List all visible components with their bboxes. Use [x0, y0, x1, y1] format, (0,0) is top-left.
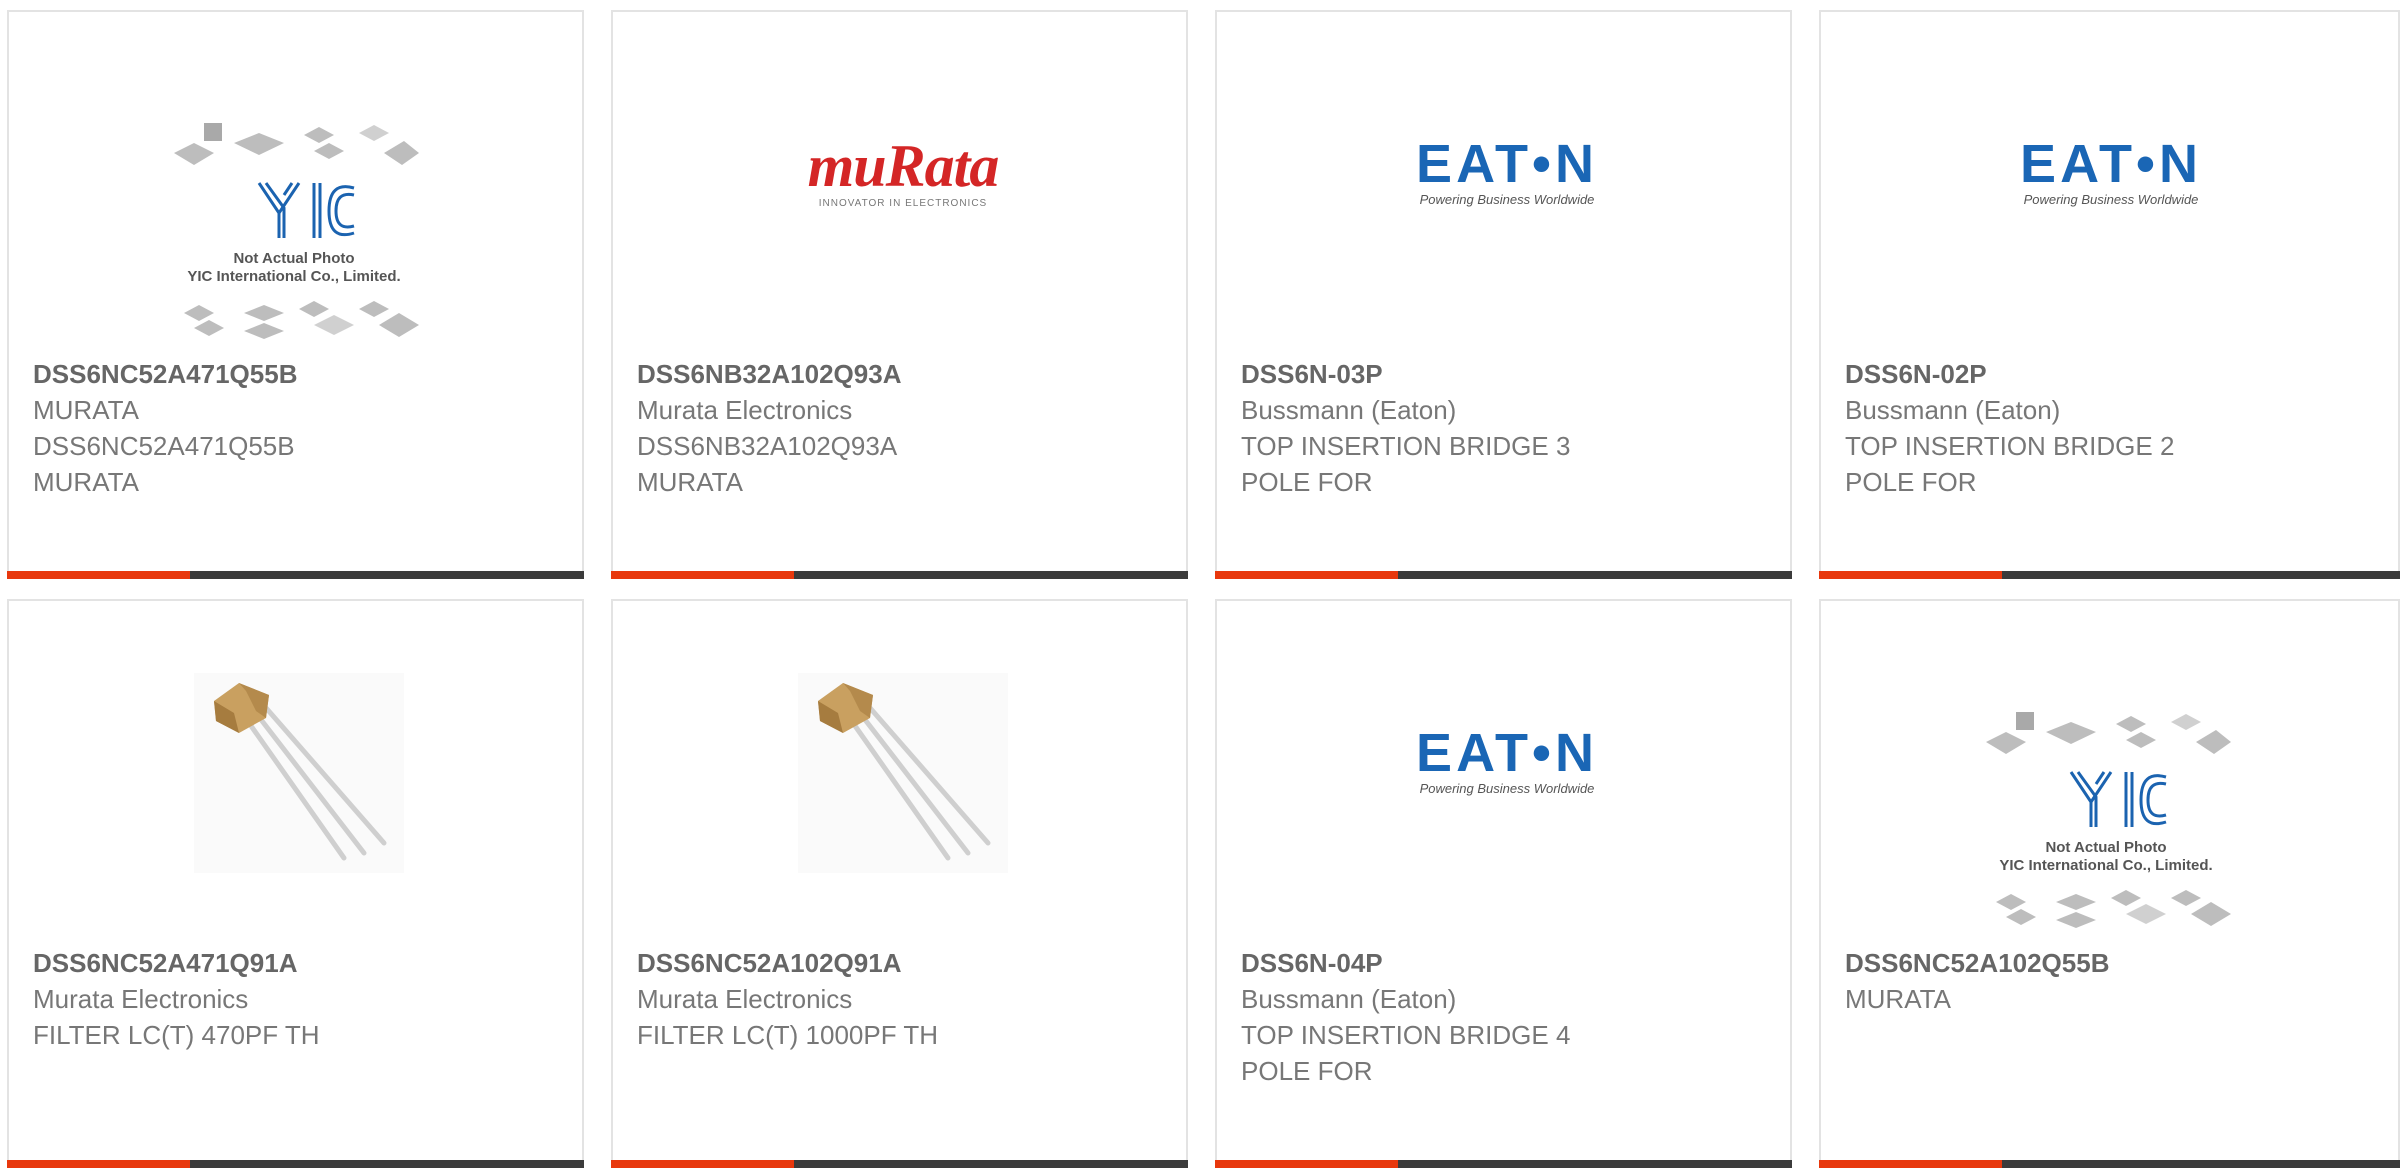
product-card[interactable]: DSS6NC52A102Q91A Murata Electronics FILT… — [611, 599, 1188, 1168]
manufacturer: Bussmann (Eaton) — [1845, 395, 2061, 425]
capacitor-photo — [798, 673, 1008, 873]
card-bottom-bar — [1215, 571, 1792, 579]
manufacturer: MURATA — [1845, 984, 1951, 1014]
eaton-logo: EAT•N Powering Business Worldwide — [2020, 133, 2202, 207]
product-image: Not Actual Photo YIC International Co., … — [1976, 691, 2236, 953]
manufacturer: Murata Electronics — [637, 395, 853, 425]
product-image: EAT•N Powering Business Worldwide — [1377, 661, 1637, 861]
yic-company-label: YIC International Co., Limited. — [187, 268, 400, 285]
product-image: EAT•N Powering Business Worldwide — [1377, 72, 1637, 272]
eaton-logo: EAT•N Powering Business Worldwide — [1416, 133, 1598, 207]
description: FILTER LC(T) 470PF TH — [33, 1020, 320, 1050]
part-number[interactable]: DSS6NC52A471Q55B — [33, 356, 562, 392]
description: TOP INSERTION BRIDGE 3 POLE FOR — [1241, 431, 1571, 497]
murata-logo: muRata INNOVATOR IN ELECTRONICS — [807, 132, 1000, 209]
product-image: Not Actual Photo YIC International Co., … — [164, 102, 424, 364]
not-actual-photo-label: Not Actual Photo — [233, 250, 354, 267]
manufacturer: Bussmann (Eaton) — [1241, 984, 1457, 1014]
description: TOP INSERTION BRIDGE 2 POLE FOR — [1845, 431, 2175, 497]
part-number[interactable]: DSS6N-02P — [1845, 356, 2378, 392]
card-bottom-bar — [7, 571, 584, 579]
product-image: muRata INNOVATOR IN ELECTRONICS — [773, 72, 1033, 272]
manufacturer: Bussmann (Eaton) — [1241, 395, 1457, 425]
description: FILTER LC(T) 1000PF TH — [637, 1020, 938, 1050]
part-number[interactable]: DSS6N-04P — [1241, 945, 1770, 981]
product-card[interactable]: EAT•N Powering Business Worldwide DSS6N-… — [1819, 10, 2400, 579]
capacitor-photo — [194, 673, 404, 873]
product-image — [798, 673, 1008, 873]
product-grid: Not Actual Photo YIC International Co., … — [0, 0, 2400, 1168]
product-card[interactable]: DSS6NC52A471Q91A Murata Electronics FILT… — [7, 599, 584, 1168]
not-actual-photo-label: Not Actual Photo — [2045, 839, 2166, 856]
part-number[interactable]: DSS6NC52A102Q91A — [637, 945, 1166, 981]
product-image: EAT•N Powering Business Worldwide — [1981, 72, 2241, 272]
eaton-logo: EAT•N Powering Business Worldwide — [1416, 722, 1598, 796]
card-bottom-bar — [611, 571, 1188, 579]
description: TOP INSERTION BRIDGE 4 POLE FOR — [1241, 1020, 1571, 1086]
product-card[interactable]: Not Actual Photo YIC International Co., … — [1819, 599, 2400, 1168]
part-number[interactable]: DSS6N-03P — [1241, 356, 1770, 392]
product-card[interactable]: Not Actual Photo YIC International Co., … — [7, 10, 584, 579]
part-number[interactable]: DSS6NC52A471Q91A — [33, 945, 562, 981]
product-card[interactable]: muRata INNOVATOR IN ELECTRONICS DSS6NB32… — [611, 10, 1188, 579]
not-actual-photo-placeholder: Not Actual Photo YIC International Co., … — [1986, 712, 2231, 928]
part-number[interactable]: DSS6NC52A102Q55B — [1845, 945, 2378, 981]
product-card[interactable]: EAT•N Powering Business Worldwide DSS6N-… — [1215, 599, 1792, 1168]
card-bottom-bar — [1819, 571, 2400, 579]
yic-company-label: YIC International Co., Limited. — [1999, 857, 2212, 874]
description: DSS6NC52A471Q55B MURATA — [33, 431, 295, 497]
not-actual-photo-placeholder: Not Actual Photo YIC International Co., … — [174, 123, 419, 339]
product-card[interactable]: EAT•N Powering Business Worldwide DSS6N-… — [1215, 10, 1792, 579]
manufacturer: MURATA — [33, 395, 139, 425]
product-image — [194, 673, 404, 873]
description: DSS6NB32A102Q93A MURATA — [637, 431, 896, 497]
part-number[interactable]: DSS6NB32A102Q93A — [637, 356, 1166, 392]
manufacturer: Murata Electronics — [637, 984, 853, 1014]
manufacturer: Murata Electronics — [33, 984, 249, 1014]
